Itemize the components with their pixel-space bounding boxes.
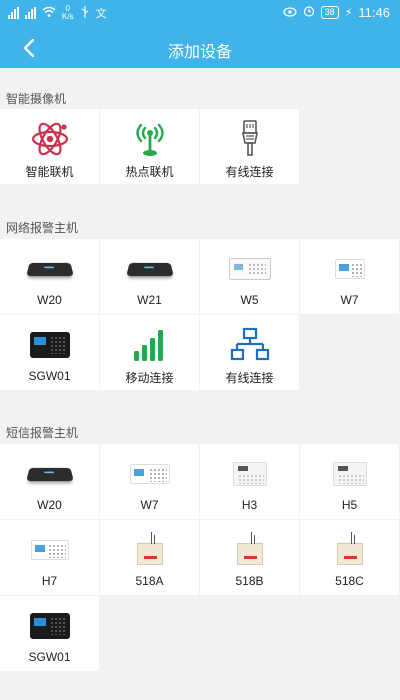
device-tile-w7[interactable]: W7 — [100, 444, 199, 519]
page-title: 添加设备 — [167, 44, 232, 61]
device-tile-w20[interactable]: W20 — [0, 444, 99, 519]
tile-label: 有线连接 — [225, 165, 274, 179]
eye-icon — [283, 5, 297, 20]
network-alarm-grid: W20 W21 W5 W7 SGW01 移动连接 有线连接 — [0, 239, 400, 390]
white-panel-device — [200, 249, 299, 289]
cellular-signal-icon — [25, 7, 36, 19]
section-title-smart-camera: 智能摄像机 — [6, 92, 67, 106]
hotspot-antenna-icon — [100, 119, 199, 159]
device-tile-h5[interactable]: H5 — [300, 444, 399, 519]
device-tile-518a[interactable]: 518A — [100, 520, 199, 595]
black-hub-device — [0, 249, 99, 289]
device-tile-mobile-connect[interactable]: 移动连接 — [100, 315, 199, 390]
device-tile-518b[interactable]: 518B — [200, 520, 299, 595]
section-title-sms-alarm: 短信报警主机 — [6, 426, 79, 440]
tile-label: 有线连接 — [225, 371, 274, 385]
tile-label: 智能联机 — [25, 165, 74, 179]
tile-label: H7 — [41, 574, 58, 588]
usb-icon — [80, 5, 90, 21]
tile-label: H5 — [341, 498, 358, 512]
status-bar: 0 K/s 文 38 ⚡ 11:46 — [0, 0, 400, 28]
black-hub-device — [100, 249, 199, 289]
tile-label: 518C — [335, 574, 364, 588]
tile-label: 移动连接 — [125, 371, 174, 385]
translate-icon: 文 — [95, 8, 107, 20]
network-speed: 0 K/s — [62, 4, 74, 21]
white-panel-device — [300, 454, 399, 494]
white-keypad-device — [0, 530, 99, 570]
signal-bars-icon — [100, 325, 199, 365]
atom-icon — [0, 119, 99, 159]
device-tile-smart-connect[interactable]: 智能联机 — [0, 109, 99, 184]
tile-label: 518A — [135, 574, 164, 588]
network-topology-icon — [200, 325, 299, 365]
section-title-network-alarm: 网络报警主机 — [6, 221, 79, 235]
tile-label: W7 — [340, 293, 359, 307]
beige-box-device — [300, 530, 399, 570]
black-touch-panel-device — [0, 325, 99, 365]
device-tile-h7[interactable]: H7 — [0, 520, 99, 595]
black-touch-panel-device — [0, 606, 99, 646]
white-keypad-device — [100, 454, 199, 494]
beige-box-device — [100, 530, 199, 570]
tile-label: H3 — [241, 498, 258, 512]
device-tile-w21[interactable]: W21 — [100, 239, 199, 314]
battery-level: 38 — [320, 6, 339, 19]
cellular-signal-icon — [8, 7, 19, 19]
beige-box-device — [200, 530, 299, 570]
alarm-clock-icon — [303, 5, 315, 20]
tile-label: W20 — [37, 498, 62, 512]
device-tile-w7[interactable]: W7 — [300, 239, 399, 314]
tile-label: 518B — [235, 574, 264, 588]
smart-camera-grid: 智能联机 热点联机 有线连接 — [0, 109, 400, 184]
device-tile-wired-connect-2[interactable]: 有线连接 — [200, 315, 299, 390]
tile-label: SGW01 — [28, 650, 71, 664]
device-tile-518c[interactable]: 518C — [300, 520, 399, 595]
device-tile-w20[interactable]: W20 — [0, 239, 99, 314]
white-panel-device — [200, 454, 299, 494]
tile-label: W5 — [240, 293, 259, 307]
device-tile-hotspot-connect[interactable]: 热点联机 — [100, 109, 199, 184]
black-hub-device — [0, 454, 99, 494]
tile-label: 热点联机 — [125, 165, 174, 179]
device-tile-h3[interactable]: H3 — [200, 444, 299, 519]
clock-time: 11:46 — [358, 5, 390, 20]
charging-icon: ⚡ — [344, 7, 353, 19]
wifi-icon — [42, 6, 56, 21]
tile-label: W21 — [137, 293, 162, 307]
device-tile-w5[interactable]: W5 — [200, 239, 299, 314]
white-keypad-device — [300, 249, 399, 289]
device-tile-sgw01[interactable]: SGW01 — [0, 596, 99, 671]
device-tile-sgw01[interactable]: SGW01 — [0, 315, 99, 390]
tile-label: W7 — [140, 498, 159, 512]
ethernet-plug-icon — [200, 119, 299, 159]
tile-label: W20 — [37, 293, 62, 307]
device-tile-wired-connect[interactable]: 有线连接 — [200, 109, 299, 184]
tile-label: SGW01 — [28, 369, 71, 383]
sms-alarm-grid: W20 W7 H3 H5 H7 518A 518B 518C SGW01 — [0, 444, 400, 671]
app-bar: 添加设备 — [0, 28, 400, 68]
